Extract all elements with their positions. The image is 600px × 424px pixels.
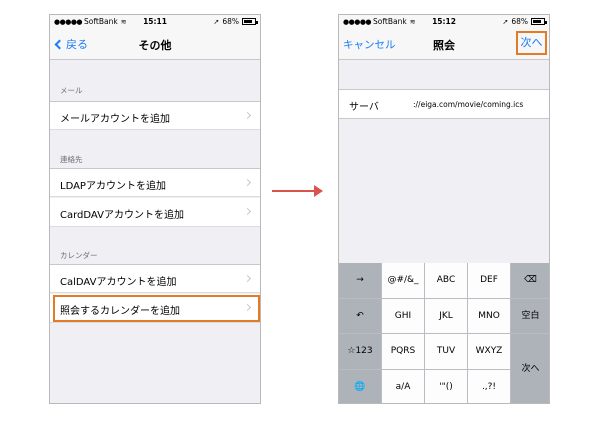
- server-field-row: サーバ ://eiga.com/movie/coming.ics: [339, 89, 549, 119]
- list-item-label: CalDAVアカウントを追加: [60, 277, 177, 288]
- navigation-bar: キャンセル 照会 次へ: [339, 28, 549, 60]
- key-case-toggle[interactable]: a/A: [382, 369, 425, 403]
- key-tuv[interactable]: TUV: [425, 334, 468, 370]
- key-pqrs[interactable]: PQRS: [382, 334, 425, 370]
- server-input[interactable]: ://eiga.com/movie/coming.ics: [413, 100, 523, 109]
- globe-icon[interactable]: 🌐: [339, 369, 382, 403]
- section-header-contacts: 連絡先: [60, 155, 83, 164]
- key-wxyz[interactable]: WXYZ: [468, 334, 511, 370]
- key-quotes-parens[interactable]: '"(): [425, 369, 468, 403]
- section-header-calendar: カレンダー: [60, 251, 98, 260]
- page-title: その他: [138, 39, 172, 52]
- status-bar: ●●●●● SoftBank ≋ 15:11 ➚ 68%: [50, 15, 260, 28]
- key-cursor-right[interactable]: →: [339, 263, 382, 299]
- battery-percent: 68%: [511, 17, 528, 26]
- battery-percent: 68%: [222, 17, 239, 26]
- list-item-label: LDAPアカウントを追加: [60, 181, 166, 192]
- list-item-label: CardDAVアカウントを追加: [60, 210, 184, 221]
- key-return-next[interactable]: 次へ: [511, 334, 549, 403]
- chevron-right-icon: [243, 111, 252, 120]
- server-label: サーバ: [349, 102, 379, 113]
- navigation-bar: 戻る その他: [50, 28, 260, 60]
- key-mno[interactable]: MNO: [468, 298, 511, 334]
- location-icon: ➚: [502, 17, 509, 26]
- key-abc[interactable]: ABC: [425, 263, 468, 299]
- list-item-add-carddav-account[interactable]: CardDAVアカウントを追加: [50, 198, 260, 227]
- phone-screen-left: ●●●●● SoftBank ≋ 15:11 ➚ 68% 戻る その他 メール …: [49, 14, 261, 404]
- chevron-right-icon: [243, 178, 252, 187]
- list-item-add-caldav-account[interactable]: CalDAVアカウントを追加: [50, 264, 260, 293]
- highlight-box: [53, 295, 260, 322]
- key-space[interactable]: 空白: [511, 298, 549, 334]
- arrow-line: [272, 190, 316, 192]
- arrow-right-icon: [314, 185, 323, 197]
- keyboard: → @#/&_ ABC DEF ⌫ ↶ GHI JKL MNO 空白 ☆123 …: [339, 263, 549, 403]
- delete-key-icon[interactable]: ⌫: [511, 263, 549, 299]
- section-header-mail: メール: [60, 86, 83, 95]
- next-button[interactable]: 次へ: [516, 31, 547, 55]
- location-icon: ➚: [213, 17, 220, 26]
- key-punctuation[interactable]: .,?!: [468, 369, 511, 403]
- list-item-add-ldap-account[interactable]: LDAPアカウントを追加: [50, 168, 260, 197]
- chevron-right-icon: [243, 207, 252, 216]
- list-item-add-mail-account[interactable]: メールアカウントを追加: [50, 101, 260, 130]
- key-numbers[interactable]: ☆123: [339, 334, 382, 370]
- chevron-right-icon: [243, 274, 252, 283]
- key-ghi[interactable]: GHI: [382, 298, 425, 334]
- status-bar: ●●●●● SoftBank ≋ 15:12 ➚ 68%: [339, 15, 549, 28]
- battery-icon: [242, 18, 258, 25]
- key-symbols[interactable]: @#/&_: [382, 263, 425, 299]
- key-jkl[interactable]: JKL: [425, 298, 468, 334]
- phone-screen-right: ●●●●● SoftBank ≋ 15:12 ➚ 68% キャンセル 照会 次へ…: [338, 14, 550, 404]
- key-def[interactable]: DEF: [468, 263, 511, 299]
- battery-icon: [531, 18, 547, 25]
- list-item-label: メールアカウントを追加: [60, 114, 170, 125]
- key-undo[interactable]: ↶: [339, 298, 382, 334]
